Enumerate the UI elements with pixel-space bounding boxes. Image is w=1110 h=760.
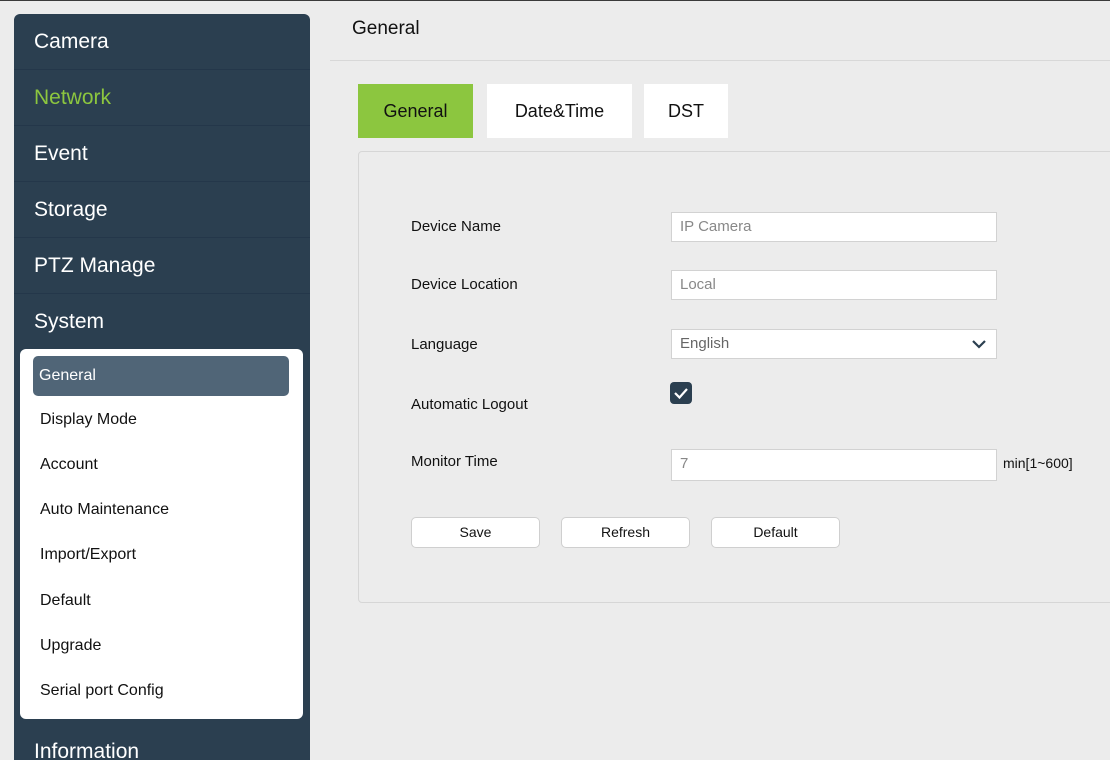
page-title: General xyxy=(352,18,420,39)
submenu-item-serial-port-config[interactable]: Serial port Config xyxy=(34,671,290,711)
submenu-item-upgrade[interactable]: Upgrade xyxy=(34,626,290,666)
refresh-button[interactable]: Refresh xyxy=(561,517,690,548)
window-top-border xyxy=(0,0,1110,1)
sidebar-item-camera[interactable]: Camera xyxy=(14,14,310,70)
title-divider xyxy=(330,60,1110,61)
default-button[interactable]: Default xyxy=(711,517,840,548)
language-select[interactable]: English xyxy=(671,329,997,359)
submenu-item-import-export[interactable]: Import/Export xyxy=(34,535,290,575)
sidebar-item-ptz-manage[interactable]: PTZ Manage xyxy=(14,238,310,294)
device-name-input[interactable]: IP Camera xyxy=(671,212,997,242)
monitor-time-unit: min[1~600] xyxy=(1003,455,1073,471)
device-location-input[interactable]: Local xyxy=(671,270,997,300)
system-submenu: General Display Mode Account Auto Mainte… xyxy=(20,349,303,719)
automatic-logout-label: Automatic Logout xyxy=(411,396,528,413)
sidebar-item-network[interactable]: Network xyxy=(14,70,310,126)
monitor-time-label: Monitor Time xyxy=(411,453,498,470)
device-name-label: Device Name xyxy=(411,218,502,235)
sidebar-item-event[interactable]: Event xyxy=(14,126,310,182)
save-button[interactable]: Save xyxy=(411,517,540,548)
automatic-logout-checkbox[interactable] xyxy=(670,382,692,404)
device-location-label: Device Location xyxy=(411,276,518,293)
monitor-time-input[interactable]: 7 xyxy=(671,449,997,481)
tab-date-time[interactable]: Date&Time xyxy=(487,84,632,138)
tab-general[interactable]: General xyxy=(358,84,473,138)
language-value: English xyxy=(680,335,730,352)
submenu-item-general[interactable]: General xyxy=(33,356,289,396)
submenu-item-default[interactable]: Default xyxy=(34,581,290,621)
tab-dst[interactable]: DST xyxy=(644,84,728,138)
language-label: Language xyxy=(411,336,478,353)
sidebar-item-information[interactable]: Information xyxy=(14,724,310,760)
checkmark-icon xyxy=(674,388,688,400)
submenu-item-auto-maintenance[interactable]: Auto Maintenance xyxy=(34,490,290,530)
submenu-item-account[interactable]: Account xyxy=(34,445,290,485)
sidebar: Camera Network Event Storage PTZ Manage … xyxy=(14,14,310,760)
sidebar-item-storage[interactable]: Storage xyxy=(14,182,310,238)
chevron-down-icon xyxy=(972,340,986,349)
sidebar-item-system[interactable]: System xyxy=(14,294,310,350)
submenu-item-display-mode[interactable]: Display Mode xyxy=(34,400,290,440)
